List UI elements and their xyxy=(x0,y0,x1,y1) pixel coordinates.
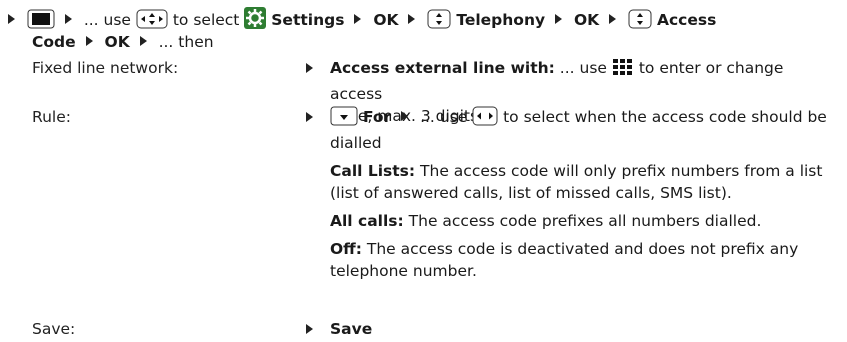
step-arrow-icon xyxy=(555,14,563,24)
ok-label: OK xyxy=(373,11,399,29)
select-key-icon xyxy=(330,106,358,132)
option-name: Call Lists: xyxy=(330,162,416,180)
updown-key-icon xyxy=(628,9,652,35)
telephony-label: Telephony xyxy=(456,11,546,29)
step-arrow-icon xyxy=(354,14,362,24)
access-external-line-label: Access external line with: xyxy=(330,59,555,77)
step-arrow-icon xyxy=(408,14,416,24)
save-row-label: Save: xyxy=(32,320,76,338)
step-arrow-icon xyxy=(139,36,147,46)
use-text: use xyxy=(103,11,131,29)
settings-label: Settings xyxy=(271,11,345,29)
step-arrow-icon xyxy=(8,14,15,24)
rule-instruction: For ... use to select when the access co… xyxy=(330,106,835,282)
ellipsis: ... xyxy=(420,108,435,126)
settings-gear-icon xyxy=(244,7,267,35)
for-label: For xyxy=(362,108,392,126)
option-desc: The access code is deactivated and does … xyxy=(330,240,799,280)
use-text: use xyxy=(579,59,607,77)
option-name: All calls: xyxy=(330,212,404,230)
step-arrow-icon xyxy=(64,14,72,24)
step-arrow-icon xyxy=(609,14,617,24)
ok-label: OK xyxy=(104,33,130,51)
then-text: then xyxy=(178,33,214,51)
rule-text-2: dialled xyxy=(330,134,382,152)
rule-text: to select when the access code should be xyxy=(503,108,827,126)
save-value: Save xyxy=(330,320,373,338)
step-arrow-icon xyxy=(306,63,313,73)
step-arrow-icon xyxy=(85,36,93,46)
option-all-calls: All calls: The access code prefixes all … xyxy=(330,210,835,232)
option-off: Off: The access code is deactivated and … xyxy=(330,238,835,282)
access-label: Access xyxy=(656,11,717,29)
ellipsis: ... xyxy=(559,59,575,77)
leftright-key-icon xyxy=(472,106,498,132)
to-select-text: to select xyxy=(172,11,240,29)
updown-key-icon xyxy=(427,9,451,35)
keypad-icon xyxy=(612,57,634,83)
ok-label: OK xyxy=(573,11,600,29)
intro-line-2: Code OK ... then xyxy=(32,31,214,53)
option-name: Off: xyxy=(330,240,362,258)
step-arrow-icon xyxy=(306,324,313,334)
ellipsis: ... xyxy=(158,33,174,51)
use-text: use xyxy=(439,108,468,126)
code-label: Code xyxy=(32,33,76,51)
fixed-line-label: Fixed line network: xyxy=(32,59,179,77)
ellipsis: ... xyxy=(83,11,99,29)
step-arrow-icon xyxy=(306,112,313,122)
option-call-lists: Call Lists: The access code will only pr… xyxy=(330,160,835,204)
option-desc: The access code prefixes all numbers dia… xyxy=(408,212,762,230)
rule-label: Rule: xyxy=(32,108,71,126)
step-arrow-icon xyxy=(401,111,409,121)
